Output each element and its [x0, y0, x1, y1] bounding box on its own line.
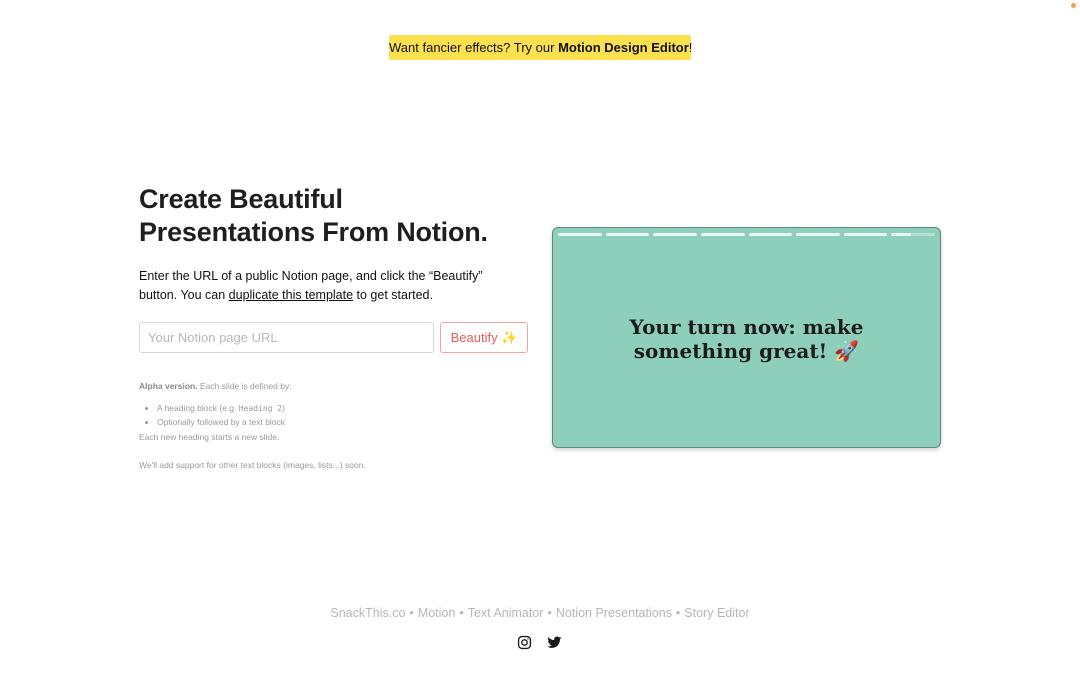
slide-title-line2: something great! 🚀 — [633, 339, 860, 363]
promo-banner-suffix: ! — [688, 40, 693, 55]
instagram-icon[interactable] — [517, 635, 532, 650]
alpha-text: Each slide is defined by: — [197, 381, 292, 391]
alpha-notes: Alpha version. Each slide is defined by:… — [139, 380, 499, 471]
footer-link-snackthis[interactable]: SnackThis.co — [330, 606, 405, 620]
slide-progress-bar — [558, 233, 935, 236]
alpha-note: Alpha version. Each slide is defined by: — [139, 380, 499, 392]
motion-design-editor-link[interactable]: Motion Design Editor — [558, 40, 689, 55]
progress-segment — [605, 233, 650, 236]
promo-banner[interactable]: Want fancier effects? Try our Motion Des… — [389, 35, 693, 60]
footer-separator: • — [675, 606, 681, 620]
bullet1-suffix: ) — [282, 403, 285, 413]
list-item: A heading block (e.g. Heading 2) — [157, 402, 499, 415]
slide-rules-list: A heading block (e.g. Heading 2) Optiona… — [139, 402, 499, 428]
status-dot — [1071, 3, 1076, 8]
page-title-line1: Create Beautiful — [139, 184, 343, 214]
slide-title: Your turn now: make something great! 🚀 — [553, 315, 940, 363]
page-title-line2: Presentations From Notion. — [139, 217, 488, 247]
footer-links: SnackThis.co • Motion • Text Animator • Notion… — [0, 606, 1080, 620]
new-slide-note: Each new heading starts a new slide. — [139, 432, 280, 442]
twitter-icon[interactable] — [547, 635, 562, 650]
progress-segment-current — [891, 233, 935, 236]
slide-preview: Your turn now: make something great! 🚀 — [552, 227, 941, 448]
bullet1-prefix: A heading block (e.g. — [157, 403, 239, 413]
support-note: We'll add support for other text blocks … — [139, 460, 366, 470]
promo-banner-text: Want fancier effects? Try our — [389, 40, 559, 55]
progress-segment — [700, 233, 745, 236]
heading-code: Heading 2 — [238, 404, 283, 413]
beautify-button[interactable]: Beautify ✨ — [440, 322, 528, 353]
progress-segment — [748, 233, 793, 236]
progress-segment — [843, 233, 888, 236]
footer-separator: • — [409, 606, 414, 620]
footer-link-motion[interactable]: Motion — [418, 606, 456, 620]
footer-link-text-animator[interactable]: Text Animator — [468, 606, 544, 620]
page-title: Create Beautiful Presentations From Noti… — [139, 183, 539, 249]
social-links — [517, 635, 562, 650]
intro-text: Enter the URL of a public Notion page, a… — [139, 267, 519, 305]
progress-segment — [796, 233, 840, 236]
footer-separator: • — [547, 606, 552, 620]
list-item: Optionally followed by a text block — [157, 416, 499, 428]
slide-title-line1: Your turn now: make — [629, 315, 864, 339]
footer-separator: • — [459, 606, 464, 620]
footer-link-story-editor[interactable]: Story Editor — [684, 606, 749, 620]
footer-link-notion-presentations[interactable]: Notion Presentations — [556, 606, 672, 620]
notion-url-input[interactable] — [139, 322, 434, 353]
duplicate-template-link[interactable]: duplicate this template — [229, 288, 353, 302]
progress-segment — [558, 233, 602, 236]
intro-text-part2: to get started. — [353, 288, 433, 302]
alpha-label: Alpha version. — [139, 381, 198, 391]
progress-segment — [653, 233, 697, 236]
